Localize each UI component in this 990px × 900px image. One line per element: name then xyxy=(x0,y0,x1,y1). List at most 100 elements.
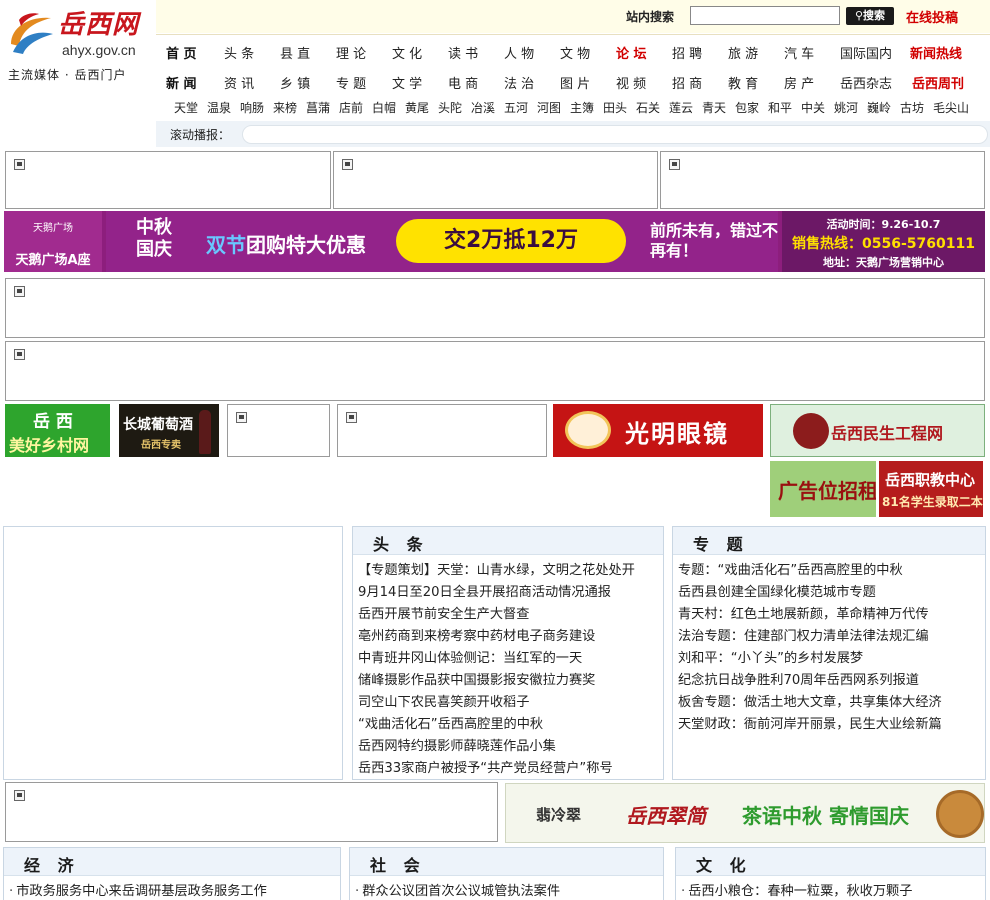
nav-link-row3-2[interactable]: 响肠 xyxy=(240,99,264,116)
nav-link-row3-11[interactable]: 河图 xyxy=(537,99,561,116)
nav-link-row3-4[interactable]: 菖蒲 xyxy=(306,99,330,116)
ad-slot[interactable] xyxy=(337,404,547,457)
topics-list-item[interactable]: 青天村：红色土地展新颜，革命精神万代传 xyxy=(678,606,985,628)
nav-link-row3-8[interactable]: 头陀 xyxy=(438,99,462,116)
nav-link-row1-6[interactable]: 人 物 xyxy=(504,43,534,62)
topics-list-item[interactable]: 专题：“戏曲活化石”岳西高腔里的中秋 xyxy=(678,562,985,584)
nav-link-row3-10[interactable]: 五河 xyxy=(504,99,528,116)
site-logo[interactable]: 岳西网 ahyx.gov.cn 主流媒体 · 岳西门户 xyxy=(0,0,156,148)
search-input[interactable] xyxy=(690,6,840,25)
nav-link-row2-10[interactable]: 教 育 xyxy=(728,73,758,92)
society-list-item[interactable]: 群众公议团首次公议城管执法案件 xyxy=(355,883,663,900)
ad-slot[interactable] xyxy=(5,341,985,401)
ad-slot[interactable] xyxy=(660,151,985,209)
mooncake-ad[interactable]: 翡冷翠 岳西翠简 茶语中秋 寄情国庆 xyxy=(505,783,985,843)
guangming-glasses-ad[interactable]: 光明眼镜 xyxy=(553,404,763,457)
topics-title: 专 题 xyxy=(693,535,749,554)
livelihood-project-ad[interactable]: 岳西民生工程网 xyxy=(770,404,985,457)
nav-link-row1-2[interactable]: 县 直 xyxy=(280,43,310,62)
headlines-list-item[interactable]: “戏曲活化石”岳西高腔里的中秋 xyxy=(358,716,663,738)
headlines-list-item[interactable]: 岳西网特约摄影师薛晓莲作品小集 xyxy=(358,738,663,760)
nav-link-row1-13[interactable]: 新闻热线 xyxy=(910,43,962,62)
nav-link-row3-5[interactable]: 店前 xyxy=(339,99,363,116)
ad-slot[interactable] xyxy=(333,151,658,209)
nav-link-row3-16[interactable]: 青天 xyxy=(702,99,726,116)
headlines-list-item[interactable]: 亳州药商到来榜考察中药材电子商务建设 xyxy=(358,628,663,650)
nav-link-row2-9[interactable]: 招 商 xyxy=(672,73,702,92)
nav-link-row2-3[interactable]: 专 题 xyxy=(336,73,366,92)
search-button[interactable]: ⚲搜索 xyxy=(846,7,894,25)
nav-link-row3-18[interactable]: 和平 xyxy=(768,99,792,116)
nav-link-row3-23[interactable]: 毛尖山 xyxy=(933,99,969,116)
nav-link-row3-14[interactable]: 石关 xyxy=(636,99,660,116)
nav-link-row3-19[interactable]: 中关 xyxy=(801,99,825,116)
nav-link-row3-15[interactable]: 莲云 xyxy=(669,99,693,116)
nav-link-row3-3[interactable]: 来榜 xyxy=(273,99,297,116)
nav-link-row2-11[interactable]: 房 产 xyxy=(784,73,814,92)
headlines-list-item[interactable]: 储峰摄影作品获中国摄影报安徽拉力赛奖 xyxy=(358,672,663,694)
banner-slogan: 前所未有，错过不再有！ xyxy=(650,221,779,260)
greatwall-wine-ad[interactable]: 长城葡萄酒 岳西专卖 xyxy=(119,404,219,457)
nav-link-row1-8[interactable]: 论 坛 xyxy=(616,43,647,62)
nav-link-row2-6[interactable]: 法 治 xyxy=(504,73,534,92)
mooncake-slogan: 茶语中秋 寄情国庆 xyxy=(742,804,909,828)
nav-link-row3-0[interactable]: 天堂 xyxy=(174,99,198,116)
nav-link-row3-13[interactable]: 田头 xyxy=(603,99,627,116)
headlines-list-item[interactable]: 【专题策划】天堂：山青水绿，文明之花处处开 xyxy=(358,562,663,584)
headlines-list-item[interactable]: 中青班井冈山体验侧记：当红军的一天 xyxy=(358,650,663,672)
headlines-list-item[interactable]: 司空山下农民喜笑颜开收稻子 xyxy=(358,694,663,716)
ad-slot[interactable] xyxy=(5,278,985,338)
nav-link-row1-7[interactable]: 文 物 xyxy=(560,43,590,62)
photo-news-box[interactable] xyxy=(3,526,343,780)
topics-list-item[interactable]: 岳西县创建全国绿化模范城市专题 xyxy=(678,584,985,606)
nav-link-row1-1[interactable]: 头 条 xyxy=(224,43,254,62)
nav-link-row2-5[interactable]: 电 商 xyxy=(448,73,478,92)
topics-list-item[interactable]: 板舍专题：做活土地大文章，共享集体大经济 xyxy=(678,694,985,716)
headlines-list-item[interactable]: 9月14日至20日全县开展招商活动情况通报 xyxy=(358,584,663,606)
topics-list-item[interactable]: 法治专题：住建部门权力清单法律法规汇编 xyxy=(678,628,985,650)
nav-link-row3-1[interactable]: 温泉 xyxy=(207,99,231,116)
economy-list-item[interactable]: 市政务服务中心来岳调研基层政务服务工作 xyxy=(9,883,340,900)
nav-link-row2-13[interactable]: 岳西周刊 xyxy=(912,73,964,92)
topics-list-item[interactable]: 纪念抗日战争胜利70周年岳西网系列报道 xyxy=(678,672,985,694)
nav-link-row1-3[interactable]: 理 论 xyxy=(336,43,366,62)
village-network-ad[interactable]: 岳 西 美好乡村网 xyxy=(5,404,110,457)
nav-link-row2-12[interactable]: 岳西杂志 xyxy=(840,73,892,92)
ad-slot[interactable] xyxy=(227,404,330,457)
nav-link-row1-10[interactable]: 旅 游 xyxy=(728,43,758,62)
nav-link-row3-22[interactable]: 古坊 xyxy=(900,99,924,116)
headlines-list-item[interactable]: 岳西33家商户被授予“共产党员经营户”称号 xyxy=(358,760,663,782)
nav-link-row3-6[interactable]: 白帽 xyxy=(372,99,396,116)
nav-link-row2-0[interactable]: 新 闻 xyxy=(166,73,197,92)
nav-link-row1-4[interactable]: 文 化 xyxy=(392,43,422,62)
culture-list-item[interactable]: 岳西小粮仓：春种一粒粟，秋收万颗子 xyxy=(681,883,985,900)
topics-list-item[interactable]: 天堂财政：衙前河岸开丽景，民生大业绘新篇 xyxy=(678,716,985,738)
nav-link-row2-1[interactable]: 资 讯 xyxy=(224,73,254,92)
nav-link-row3-21[interactable]: 巍岭 xyxy=(867,99,891,116)
nav-link-row3-12[interactable]: 主簿 xyxy=(570,99,594,116)
nav-link-row2-7[interactable]: 图 片 xyxy=(560,73,590,92)
nav-link-row1-9[interactable]: 招 聘 xyxy=(672,43,702,62)
nav-link-row2-4[interactable]: 文 学 xyxy=(392,73,422,92)
ad-slot[interactable] xyxy=(5,151,331,209)
vocational-school-ad[interactable]: 岳西职教中心 81名学生录取二本 xyxy=(879,461,983,517)
headlines-list-item[interactable]: 岳西开展节前安全生产大督查 xyxy=(358,606,663,628)
nav-link-row3-9[interactable]: 冶溪 xyxy=(471,99,495,116)
broken-image-icon xyxy=(14,349,25,360)
nav-link-row1-11[interactable]: 汽 车 xyxy=(784,43,814,62)
nav-link-row1-0[interactable]: 首 页 xyxy=(166,43,197,62)
banner-address: 地址：天鹅广场营销中心 xyxy=(823,256,944,269)
ad-space-for-rent[interactable]: 广告位招租 xyxy=(770,461,876,517)
nav-link-row1-5[interactable]: 读 书 xyxy=(448,43,478,62)
nav-link-row3-7[interactable]: 黄尾 xyxy=(405,99,429,116)
nav-link-row3-20[interactable]: 姚河 xyxy=(834,99,858,116)
nav-link-row2-8[interactable]: 视 频 xyxy=(616,73,646,92)
nav-link-row2-2[interactable]: 乡 镇 xyxy=(280,73,310,92)
nav-link-row3-17[interactable]: 包家 xyxy=(735,99,759,116)
submit-article-link[interactable]: 在线投稿 xyxy=(906,7,958,26)
topics-list-item[interactable]: 刘和平：“小丫头”的乡村发展梦 xyxy=(678,650,985,672)
tiane-plaza-banner-ad[interactable]: 天鹅广场 天鹅广场A座 中秋国庆 双节团购特大优惠 交2万抵12万 前所未有，错… xyxy=(4,211,985,272)
nav-link-row1-12[interactable]: 国际国内 xyxy=(840,43,892,62)
ad-slot[interactable] xyxy=(5,782,498,842)
ticker-scroll-area[interactable] xyxy=(242,125,988,144)
